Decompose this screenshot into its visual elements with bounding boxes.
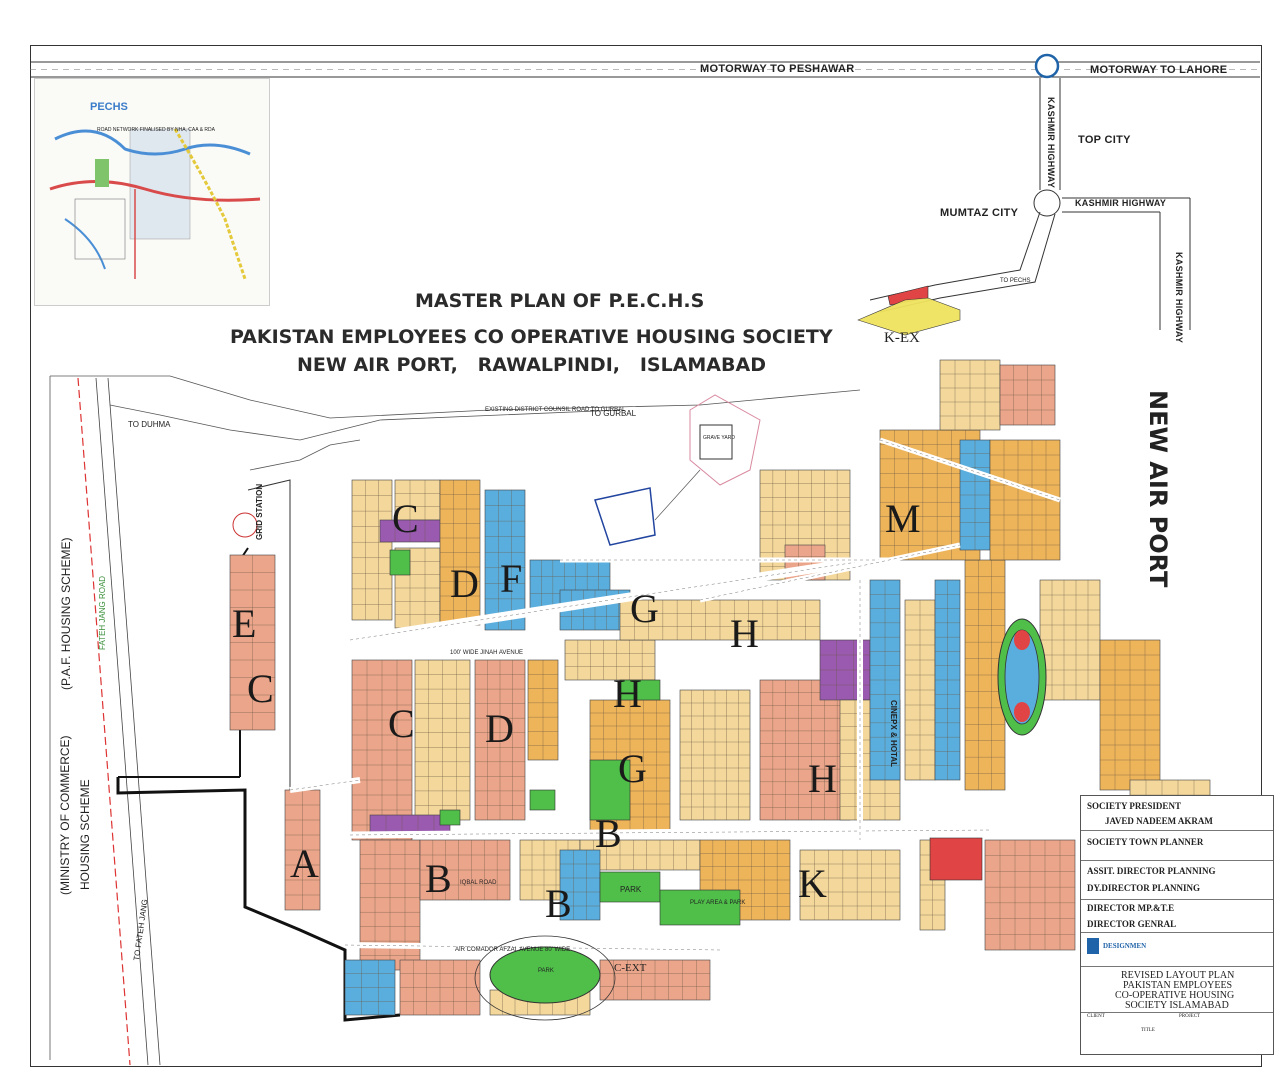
sector-letter-c: C [392, 496, 419, 541]
sector-letter-g: G [618, 746, 647, 791]
president-label: SOCIETY PRESIDENT [1087, 801, 1181, 811]
jinah-avenue-label: 100' WIDE JINAH AVENUE [450, 650, 524, 656]
iqbal-road-label: IQBAL ROAD [460, 880, 497, 886]
motorway-lahore-label: MOTORWAY TO LAHORE [1090, 64, 1228, 76]
air-comador-avenue-label: AIR COMADOR AFZAL AVENUE 80' WIDE [455, 947, 571, 953]
park-label: PARK [620, 885, 642, 894]
inset-map-drawing [35, 79, 269, 305]
kashmir-highway-label-2: KASHMIR HIGHWAY [1075, 198, 1167, 208]
consultant-logo-icon [1087, 938, 1099, 954]
society-name-title: PAKISTAN EMPLOYEES CO OPERATIVE HOUSING … [230, 326, 833, 348]
master-plan-title: MASTER PLAN OF P.E.C.H.S [415, 290, 705, 312]
to-pechs-label: TO PECHS [1000, 278, 1031, 284]
town-planner-label: SOCIETY TOWN PLANNER [1087, 837, 1204, 847]
inset-location-map: PECHS ROAD NETWORK FINALISED BY NHA, CAA… [34, 78, 270, 306]
sector-letter-c: C [247, 666, 274, 711]
sector-letter-h: H [730, 611, 759, 656]
motorway-peshawar-label: MOTORWAY TO PESHAWAR [700, 63, 855, 75]
sector-letter-b: B [545, 881, 572, 926]
director-genral-label: DIRECTOR GENRAL [1087, 919, 1177, 929]
commerce-scheme-label-1: (MINISTRY OF COMMERCE) [58, 735, 72, 895]
title-block: SOCIETY PRESIDENT JAVED NADEEM AKRAM SOC… [1080, 795, 1274, 1055]
sector-letter-h: H [808, 756, 837, 801]
client-label: CLIENT [1087, 1014, 1105, 1019]
kashmir-highway-label-3: KASHMIR HIGHWAY [1174, 252, 1184, 344]
title-label: TITLE [1141, 1028, 1155, 1033]
grave-yard-label: GRAVE YARD [703, 435, 735, 441]
sector-letter-e: E [232, 601, 257, 646]
interchange-north [1034, 53, 1060, 79]
kashmir-highway-label-1: KASHMIR HIGHWAY [1046, 97, 1056, 189]
grid-station-label: GRID STATION [255, 483, 264, 540]
sector-letter-c: C [388, 701, 415, 746]
park-area [529, 789, 556, 811]
park-area [659, 889, 741, 926]
cinepex-label: CINEPX & HOTAL [889, 700, 898, 767]
c-ext-label: C-EXT [614, 962, 647, 974]
sector-letter-b: B [425, 856, 452, 901]
plot-block [351, 479, 393, 621]
sector-letter-d: D [450, 561, 479, 606]
district-council-road-label: EXISTING DISTRICT COUNSIL ROAD TO GURBAL [485, 407, 626, 413]
sector-letter-d: D [485, 706, 514, 751]
location-title: NEW AIR PORT, RAWALPINDI, ISLAMABAD [297, 354, 766, 376]
dy-director-label: DY.DIRECTOR PLANNING [1087, 883, 1201, 893]
sector-letter-b: B [595, 811, 622, 856]
park-area [439, 809, 461, 826]
mumtaz-city-label: MUMTAZ CITY [940, 207, 1019, 219]
consultant-name: DESIGNMEN [1103, 942, 1147, 950]
to-duhma-label: TO DUHMA [128, 420, 171, 429]
assit-director-label: ASSIT. DIRECTOR PLANNING [1087, 866, 1216, 876]
map-sheet: PECHS ROAD NETWORK FINALISED BY NHA, CAA… [0, 0, 1280, 1075]
director-mpte-label: DIRECTOR MP.&T.E [1087, 903, 1175, 913]
new-air-port-label: NEW AIR PORT [1144, 390, 1172, 588]
sector-letter-k: K [798, 861, 827, 906]
park-label-2: PARK [538, 968, 554, 974]
sector-letter-f: F [500, 556, 523, 601]
sector-letter-g: G [630, 586, 659, 631]
project-label: PROJECT [1179, 1014, 1201, 1019]
paf-housing-scheme-label: (P.A.F. HOUSING SCHEME) [59, 537, 73, 690]
inset-caption: ROAD NETWORK FINALISED BY NHA, CAA & RDA [97, 127, 215, 133]
play-area-label: PLAY AREA & PARK [690, 900, 746, 906]
revised-line-4: SOCIETY ISLAMABAD [1125, 1000, 1229, 1011]
sector-letter-a: A [290, 841, 319, 886]
park-area [389, 549, 411, 576]
commerce-scheme-label-2: HOUSING SCHEME [78, 779, 92, 890]
inset-title: PECHS [90, 101, 128, 113]
top-city-label: TOP CITY [1078, 134, 1131, 146]
sector-letter-m: M [885, 496, 921, 541]
k-ex-label: K-EX [884, 330, 920, 346]
fateh-jang-road-label: FATEH JANG ROAD [98, 575, 107, 650]
president-name: JAVED NADEEM AKRAM [1105, 816, 1213, 826]
sector-letter-h: H [613, 671, 642, 716]
